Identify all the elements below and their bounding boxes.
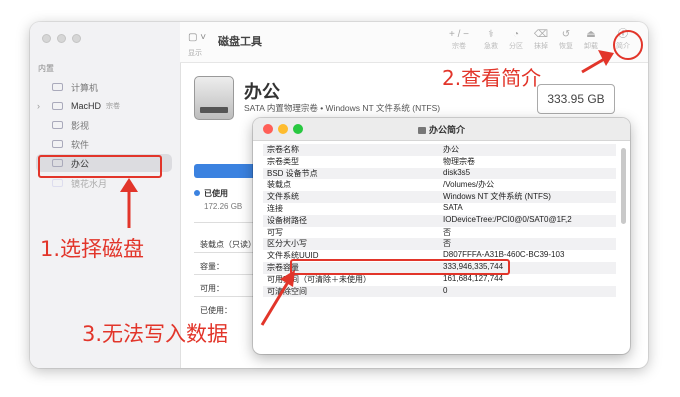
arrow-step2 [581, 50, 614, 74]
arrow-step3 [260, 270, 295, 326]
annotation-step2: 2.查看简介 [442, 66, 542, 90]
annotation-step1: 1.选择磁盘 [40, 237, 145, 261]
arrow-step1 [120, 178, 138, 228]
annotation-step3: 3.无法写入数据 [82, 322, 229, 346]
